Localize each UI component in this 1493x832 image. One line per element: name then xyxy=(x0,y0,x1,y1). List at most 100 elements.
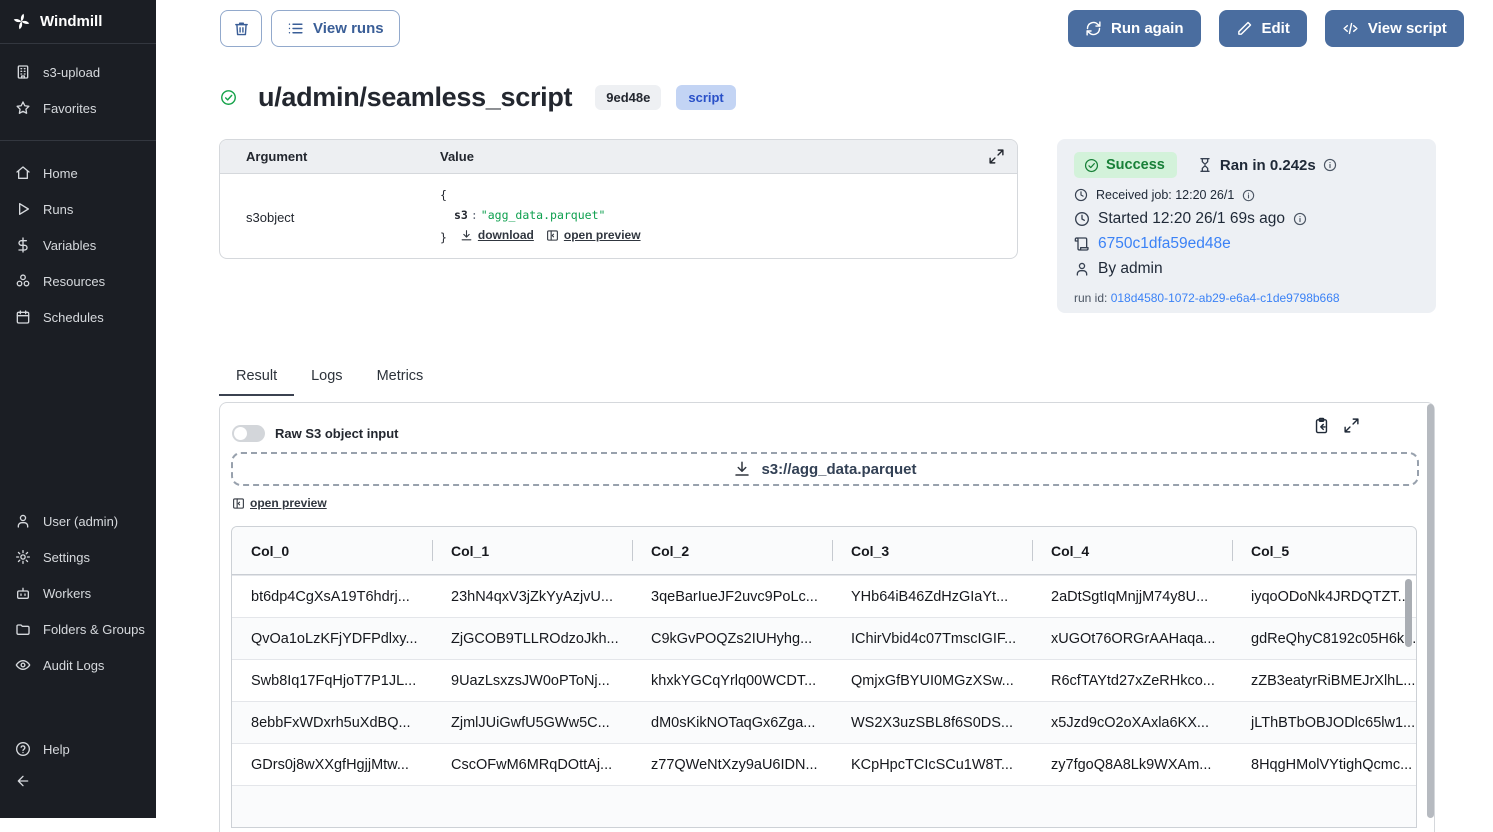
column-header[interactable]: Col_4 xyxy=(1032,543,1232,559)
sidebar-item-runs[interactable]: Runs xyxy=(0,191,156,227)
delete-run-button[interactable] xyxy=(220,10,262,47)
open-preview-link[interactable]: open preview xyxy=(546,225,641,245)
table-cell: QvOa1oLzKFjYDFPdlxy... xyxy=(232,631,432,647)
sidebar-item-folders-groups[interactable]: Folders & Groups xyxy=(0,611,156,647)
folder-icon xyxy=(15,621,31,637)
info-icon[interactable] xyxy=(1323,158,1337,172)
pencil-icon xyxy=(1236,20,1253,37)
result-panel-actions xyxy=(1313,417,1360,434)
script-hash-badge: 9ed48e xyxy=(595,85,661,110)
sidebar-item-variables[interactable]: Variables xyxy=(0,227,156,263)
table-cell: R6cfTAYtd27xZeRHkco... xyxy=(1032,673,1232,689)
json-close-brace: } xyxy=(440,231,447,245)
view-runs-button[interactable]: View runs xyxy=(271,10,400,47)
s3-file-download-area[interactable]: s3://agg_data.parquet xyxy=(231,452,1419,486)
panel-open-icon xyxy=(232,497,245,510)
column-header[interactable]: Col_1 xyxy=(432,543,632,559)
table-cell: bt6dp4CgXsA19T6hdrj... xyxy=(232,589,432,605)
run-again-button[interactable]: Run again xyxy=(1068,10,1201,47)
sidebar-item-home[interactable]: Home xyxy=(0,155,156,191)
run-id-line: run id: 018d4580-1072-ab29-e6a4-c1de9798… xyxy=(1074,291,1419,305)
run-details-panel: Success Ran in 0.242s Received job: 12:2… xyxy=(1057,139,1436,313)
sidebar-collapse-button[interactable] xyxy=(0,767,156,808)
tab-metrics[interactable]: Metrics xyxy=(360,368,441,396)
sidebar-item-workers[interactable]: Workers xyxy=(0,575,156,611)
table-cell: 3qeBarIueJF2uvc9PoLc... xyxy=(632,589,832,605)
result-open-preview-link[interactable]: open preview xyxy=(232,496,327,510)
column-header[interactable]: Col_5 xyxy=(1232,543,1417,559)
column-header[interactable]: Col_3 xyxy=(832,543,1032,559)
brand[interactable]: Windmill xyxy=(0,0,156,44)
started-line: Started 12:20 26/1 69s ago xyxy=(1074,210,1419,228)
check-circle-icon xyxy=(220,89,237,106)
table-cell: 8HqgHMolVYtighQcmc... xyxy=(1232,757,1417,773)
sidebar-item-resources[interactable]: Resources xyxy=(0,263,156,299)
sidebar-item-favorites[interactable]: Favorites xyxy=(0,90,156,126)
sidebar-item-audit-logs[interactable]: Audit Logs xyxy=(0,647,156,683)
result-panel-scrollbar[interactable] xyxy=(1427,404,1434,818)
hourglass-icon xyxy=(1197,157,1213,173)
table-cell: dM0sKikNOTaqGx6Zga... xyxy=(632,715,832,731)
run-id-label: run id: xyxy=(1074,291,1107,305)
tab-result[interactable]: Result xyxy=(219,368,294,396)
building-icon xyxy=(15,64,31,80)
table-cell: ZjGCOB9TLLROdzoJkh... xyxy=(432,631,632,647)
sidebar-item-label: Settings xyxy=(43,550,90,565)
clipboard-copy-icon[interactable] xyxy=(1313,417,1330,434)
sidebar-item-s3-upload[interactable]: s3-upload xyxy=(0,54,156,90)
robot-icon xyxy=(15,585,31,601)
expand-result-icon[interactable] xyxy=(1343,417,1360,434)
arrow-left-icon xyxy=(15,773,31,789)
info-icon[interactable] xyxy=(1293,212,1307,226)
edit-button[interactable]: Edit xyxy=(1219,10,1307,47)
column-header[interactable]: Col_2 xyxy=(632,543,832,559)
eye-icon xyxy=(15,657,31,673)
expand-args-icon[interactable] xyxy=(988,148,1005,165)
column-header[interactable]: Col_0 xyxy=(232,543,432,559)
table-row-partial xyxy=(232,785,1416,827)
table-cell: KCpHpcTCIcSCu1W8T... xyxy=(832,757,1032,773)
clock-icon xyxy=(1074,188,1088,202)
json-colon: : xyxy=(468,208,481,222)
arguments-table-header: Argument Value xyxy=(220,140,1017,174)
table-row: 8ebbFxWDxrh5uXdBQ... ZjmlJUiGwfU5GWw5C..… xyxy=(232,701,1416,743)
table-cell: Swb8Iq17FqHjoT7P1JL... xyxy=(232,673,432,689)
table-cell: C9kGvPOQZs2IUHyhg... xyxy=(632,631,832,647)
download-link[interactable]: download xyxy=(460,225,534,245)
table-cell: 2aDtSgtIqMnjjM74y8U... xyxy=(1032,589,1232,605)
view-runs-label: View runs xyxy=(313,20,384,37)
sidebar-item-label: Variables xyxy=(43,238,96,253)
sidebar-item-schedules[interactable]: Schedules xyxy=(0,299,156,335)
argument-value-json: { s3:"agg_data.parquet" } download open … xyxy=(440,186,641,248)
sidebar-divider xyxy=(0,140,156,141)
home-icon xyxy=(15,165,31,181)
play-icon xyxy=(15,201,31,217)
toolbar-left: View runs xyxy=(220,10,400,47)
worker-link[interactable]: 6750c1dfa59ed48e xyxy=(1098,235,1231,253)
table-cell: QmjxGfBYUI0MGzXSw... xyxy=(832,673,1032,689)
result-panel: Raw S3 object input s3://agg_data.parque… xyxy=(219,402,1435,832)
sidebar-item-user[interactable]: User (admin) xyxy=(0,503,156,539)
table-cell: 8ebbFxWDxrh5uXdBQ... xyxy=(232,715,432,731)
trash-icon xyxy=(233,20,250,37)
table-cell: WS2X3uzSBL8f6S0DS... xyxy=(832,715,1032,731)
view-script-button[interactable]: View script xyxy=(1325,10,1464,47)
sidebar: Windmill s3-upload Favorites Home Runs xyxy=(0,0,156,818)
json-key: s3 xyxy=(454,208,468,222)
tab-logs[interactable]: Logs xyxy=(294,368,359,396)
table-scrollbar[interactable] xyxy=(1405,579,1412,647)
info-icon[interactable] xyxy=(1242,189,1255,202)
raw-s3-toggle-label: Raw S3 object input xyxy=(275,426,399,441)
sidebar-item-label: User (admin) xyxy=(43,514,118,529)
person-icon xyxy=(1074,261,1090,277)
argument-column-header: Argument xyxy=(220,149,440,164)
run-id-link[interactable]: 018d4580-1072-ab29-e6a4-c1de9798b668 xyxy=(1111,291,1340,305)
toggle-knob xyxy=(234,427,247,440)
raw-s3-toggle[interactable] xyxy=(232,425,265,442)
view-script-label: View script xyxy=(1368,20,1447,37)
user-icon xyxy=(15,513,31,529)
sidebar-item-help[interactable]: Help xyxy=(0,731,156,767)
download-label: download xyxy=(478,225,534,245)
sidebar-item-settings[interactable]: Settings xyxy=(0,539,156,575)
started-label: Started 12:20 26/1 69s ago xyxy=(1098,210,1285,228)
